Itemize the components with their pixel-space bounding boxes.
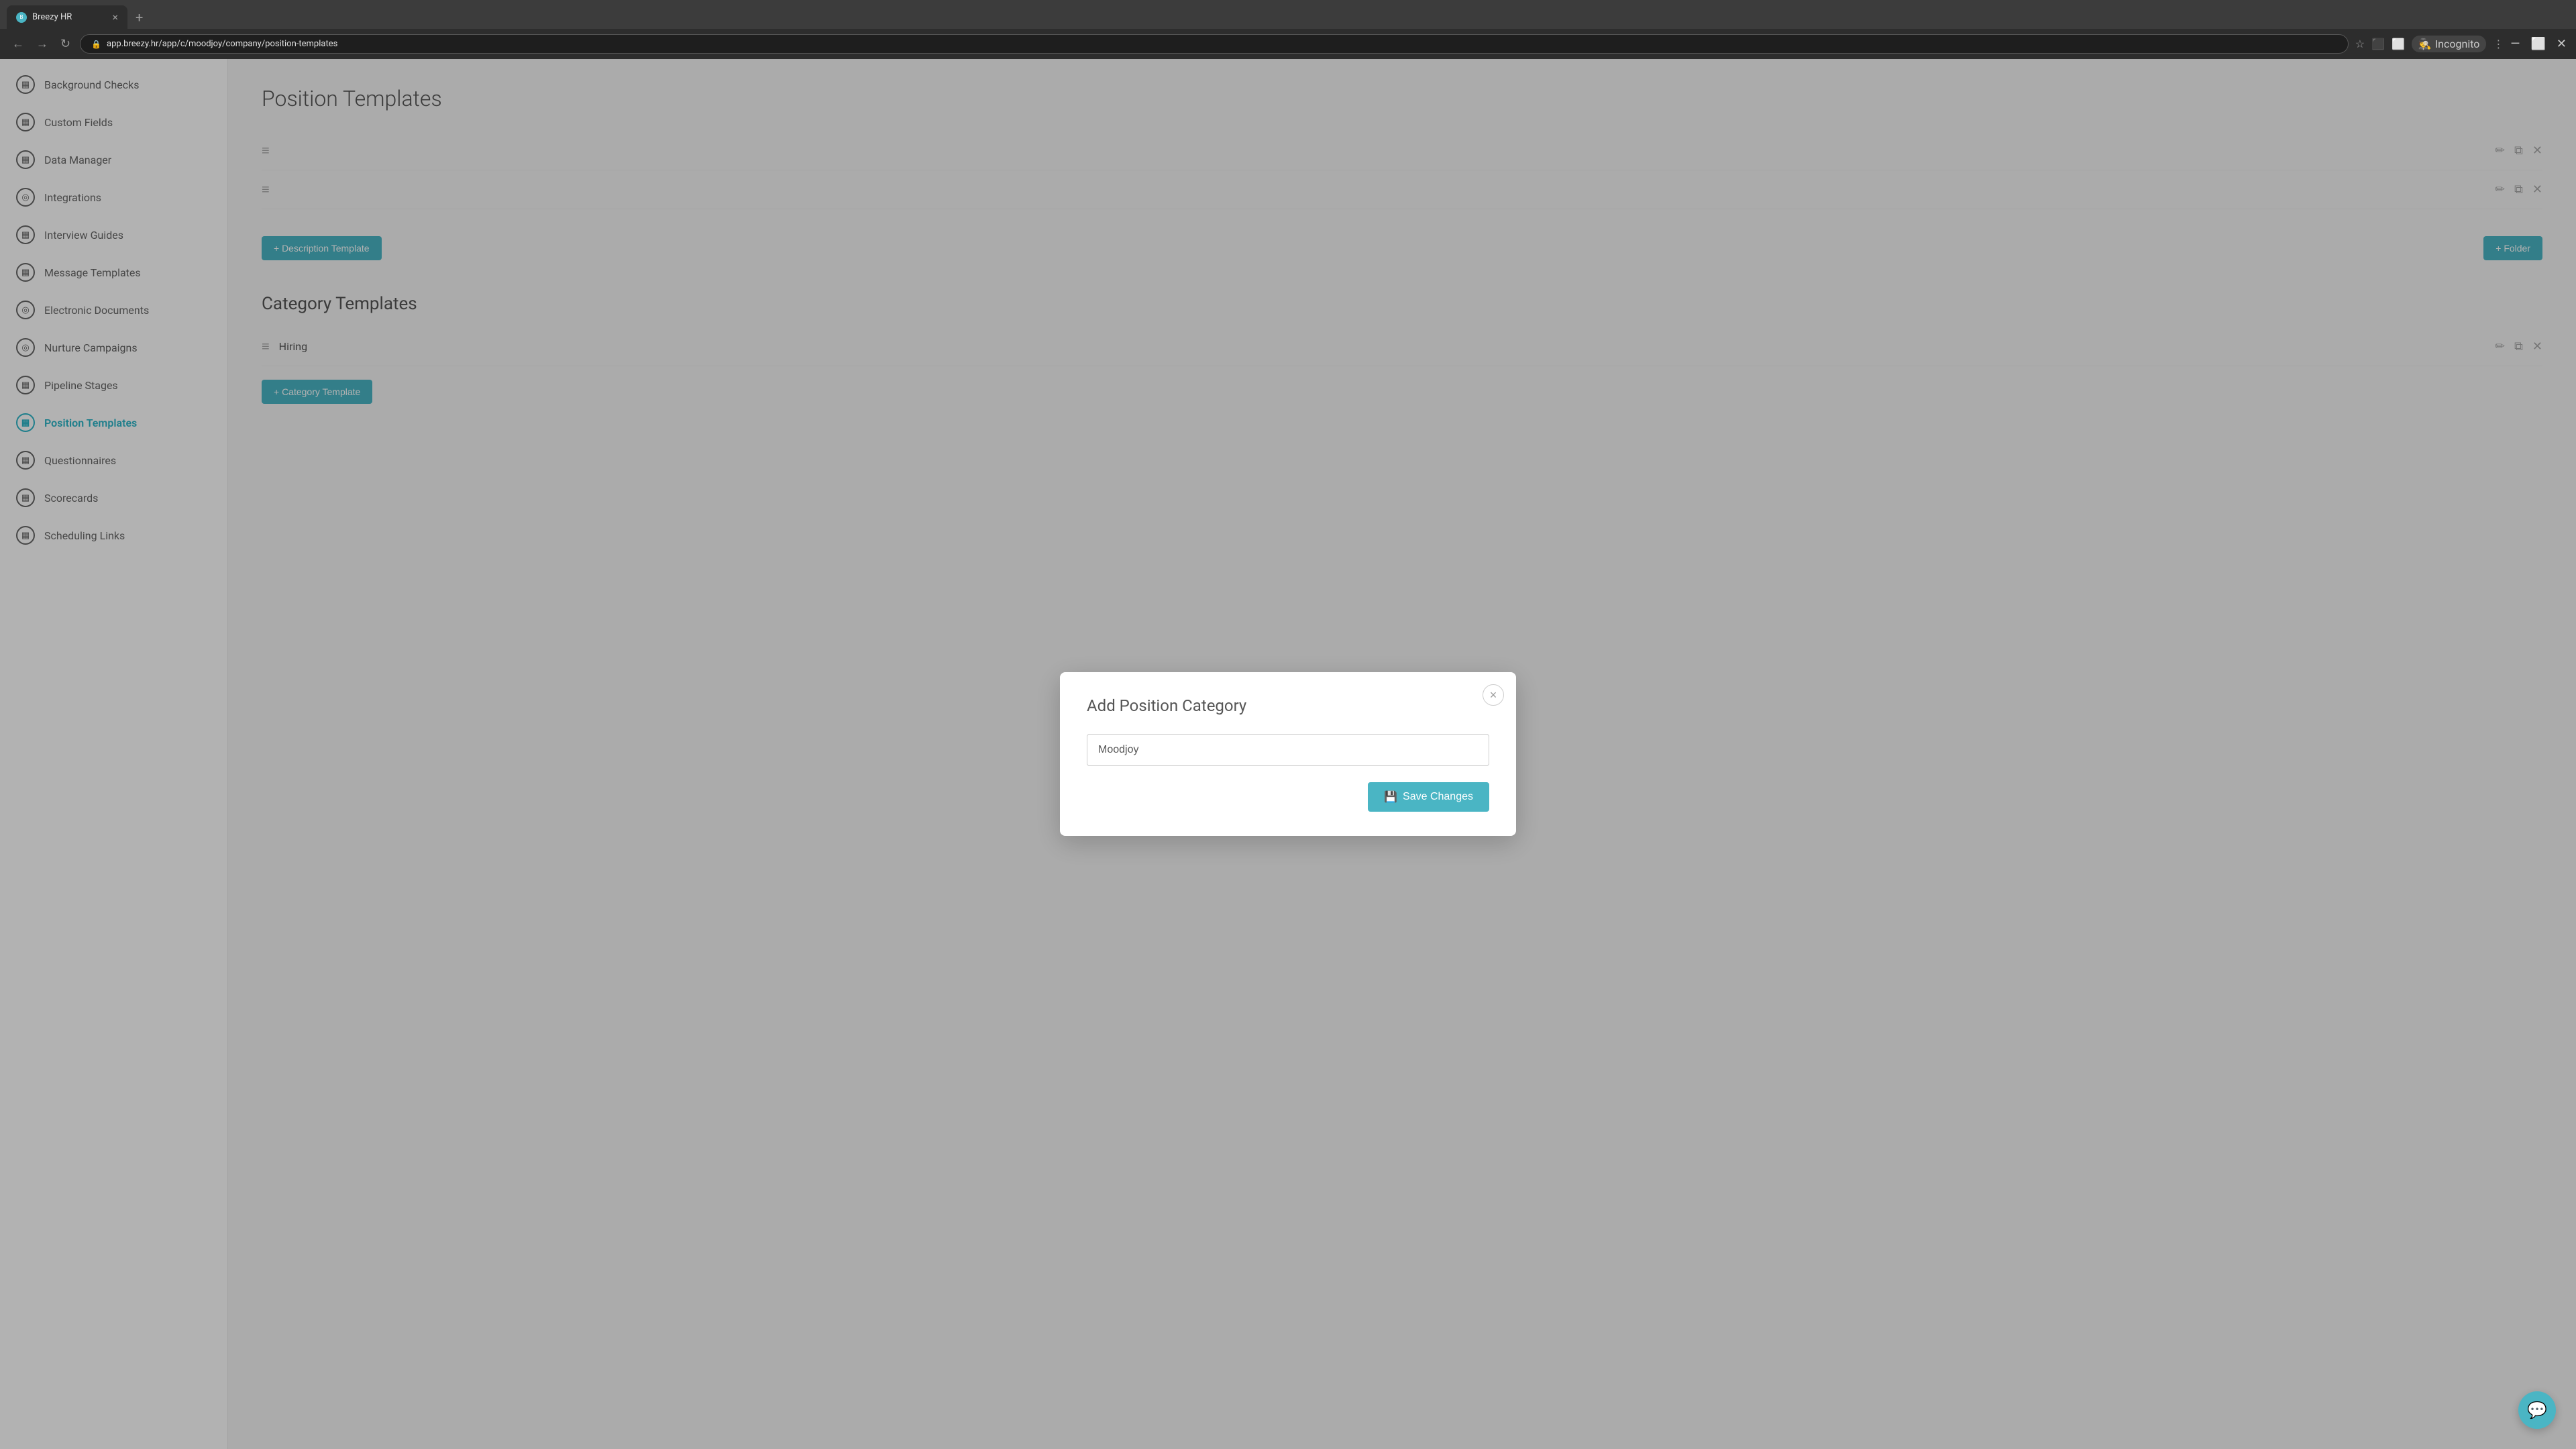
maximize-button[interactable]: ⬜ [2530, 37, 2545, 51]
bookmark-icon[interactable]: ☆ [2355, 38, 2365, 50]
tab-title: Breezy HR [32, 12, 72, 22]
dialog-title: Add Position Category [1087, 696, 1489, 715]
forward-button[interactable]: → [34, 34, 51, 54]
incognito-badge: 🕵 Incognito [2412, 36, 2487, 52]
menu-icon[interactable]: ⋮ [2493, 38, 2504, 50]
dialog-overlay: Add Position Category × 💾 Save Changes [0, 59, 2576, 1449]
dialog-close-button[interactable]: × [1483, 684, 1504, 706]
save-icon: 💾 [1384, 790, 1397, 804]
address-bar[interactable]: 🔒 app.breezy.hr/app/c/moodjoy/company/po… [80, 34, 2349, 54]
window-controls: — ⬜ ✕ [2510, 37, 2567, 51]
address-text: app.breezy.hr/app/c/moodjoy/company/posi… [107, 39, 337, 49]
chat-icon: 💬 [2527, 1401, 2547, 1419]
profile-icon[interactable]: ⬜ [2392, 38, 2405, 50]
lock-icon: 🔒 [91, 40, 101, 49]
browser-right-icons: ☆ ⬛ ⬜ 🕵 Incognito ⋮ [2355, 36, 2504, 52]
back-button[interactable]: ← [9, 34, 27, 54]
incognito-label: Incognito [2435, 38, 2480, 50]
incognito-icon: 🕵 [2418, 38, 2432, 50]
save-changes-button[interactable]: 💾 Save Changes [1368, 782, 1489, 812]
tab-close-button[interactable]: × [112, 11, 118, 23]
save-label: Save Changes [1403, 791, 1473, 803]
category-name-input[interactable] [1087, 734, 1489, 766]
add-position-category-dialog: Add Position Category × 💾 Save Changes [1060, 672, 1516, 836]
close-button[interactable]: ✕ [2557, 37, 2567, 51]
chat-bubble-button[interactable]: 💬 [2518, 1391, 2556, 1429]
minimize-button[interactable]: — [2510, 37, 2520, 51]
tab-favicon: B [16, 12, 27, 23]
active-tab[interactable]: B Breezy HR × [7, 5, 127, 29]
dialog-footer: 💾 Save Changes [1087, 782, 1489, 812]
extensions-icon[interactable]: ⬛ [2371, 38, 2385, 50]
reload-button[interactable]: ↻ [58, 34, 73, 54]
new-tab-button[interactable]: + [130, 7, 148, 28]
